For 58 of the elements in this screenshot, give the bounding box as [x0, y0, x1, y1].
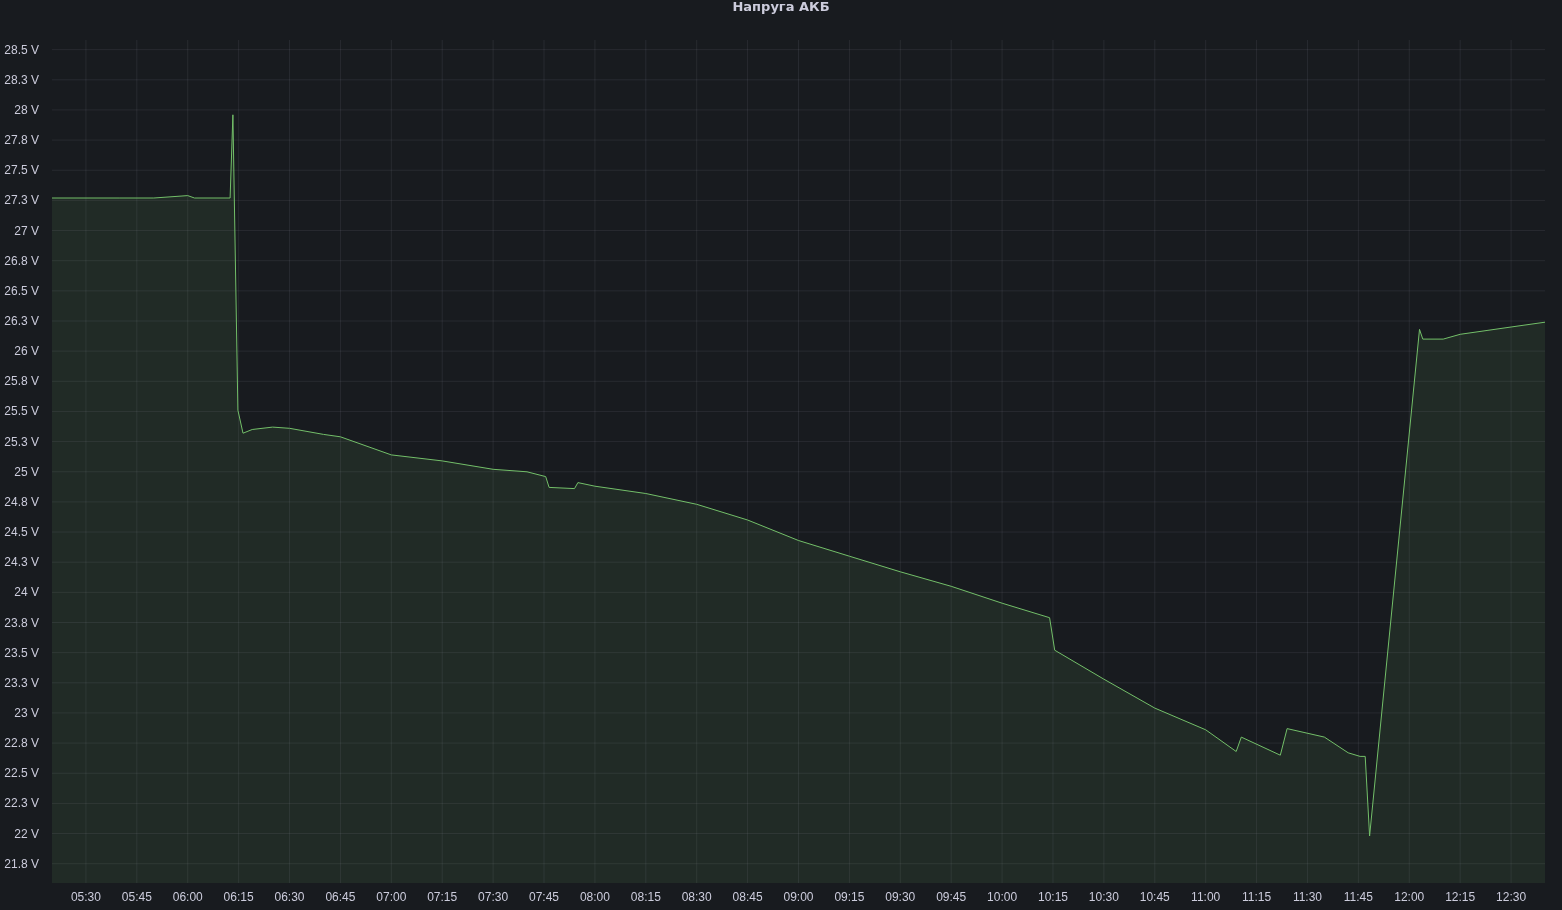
y-axis-label: 22 V [14, 826, 39, 841]
y-axis-label: 28.5 V [4, 42, 39, 57]
y-axis-label: 23.5 V [4, 645, 39, 660]
x-axis-label: 10:15 [1037, 890, 1068, 904]
x-axis-label: 06:15 [223, 890, 254, 904]
y-axis-label: 22.8 V [4, 736, 39, 751]
y-axis-label: 23.8 V [4, 615, 39, 630]
y-axis-label: 23.3 V [4, 675, 39, 690]
y-axis-label: 27 V [14, 223, 39, 238]
y-axis-label: 24 V [14, 585, 39, 600]
y-axis-label: 27.3 V [4, 193, 39, 208]
x-axis-label: 05:45 [121, 890, 152, 904]
y-axis-label: 25 V [14, 464, 39, 479]
x-axis-label: 07:15 [427, 890, 458, 904]
y-axis-label: 25.3 V [4, 434, 39, 449]
x-axis-label: 06:45 [325, 890, 356, 904]
x-axis-label: 11:45 [1343, 890, 1373, 904]
x-axis-label: 07:00 [376, 890, 407, 904]
y-axis-label: 28 V [14, 102, 39, 117]
y-axis-label: 21.8 V [4, 856, 39, 871]
x-axis-label: 12:00 [1394, 890, 1425, 904]
x-axis-label: 06:00 [172, 890, 203, 904]
y-axis-label: 24.8 V [4, 494, 39, 509]
x-axis-label: 08:30 [681, 890, 712, 904]
x-axis-label: 05:30 [70, 890, 101, 904]
y-axis-label: 26.8 V [4, 253, 39, 268]
x-axis-label: 12:15 [1445, 890, 1476, 904]
x-axis-label: 10:45 [1139, 890, 1170, 904]
x-axis-label: 08:45 [732, 890, 763, 904]
y-axis-label: 26.3 V [4, 314, 39, 328]
y-axis-label: 28.3 V [4, 72, 39, 87]
x-axis-label: 09:45 [936, 890, 967, 904]
x-axis-label: 08:15 [630, 890, 661, 904]
x-axis-label: 11:15 [1242, 890, 1272, 904]
y-axis-label: 26 V [14, 344, 39, 359]
x-axis-label: 06:30 [274, 890, 305, 904]
y-axis-label: 25.5 V [4, 404, 39, 419]
x-axis-label: 07:30 [478, 890, 509, 904]
y-axis-label: 24.3 V [4, 555, 39, 570]
y-axis-label: 27.5 V [4, 163, 39, 178]
y-axis-label: 23 V [14, 705, 39, 720]
x-axis-label: 10:00 [987, 890, 1018, 904]
x-axis-label: 11:00 [1191, 890, 1221, 904]
y-axis-label: 25.8 V [4, 374, 39, 389]
x-axis-label: 09:30 [885, 890, 916, 904]
y-axis-label: 27.8 V [4, 133, 39, 148]
y-axis-label: 24.5 V [4, 525, 39, 540]
y-axis-label: 26.5 V [4, 283, 39, 298]
x-axis-label: 07:45 [529, 890, 560, 904]
chart-title: Напруга АКБ [731, 0, 831, 16]
x-axis-label: 09:15 [834, 890, 865, 904]
y-axis-label: 22.5 V [4, 766, 39, 781]
x-axis-label: 11:30 [1292, 890, 1323, 904]
y-axis-label: 22.3 V [4, 796, 39, 811]
x-axis-label: 12:30 [1496, 890, 1527, 904]
x-axis-label: 08:00 [579, 890, 610, 904]
x-axis-label: 09:00 [783, 890, 814, 904]
x-axis-label: 10:30 [1088, 890, 1119, 904]
